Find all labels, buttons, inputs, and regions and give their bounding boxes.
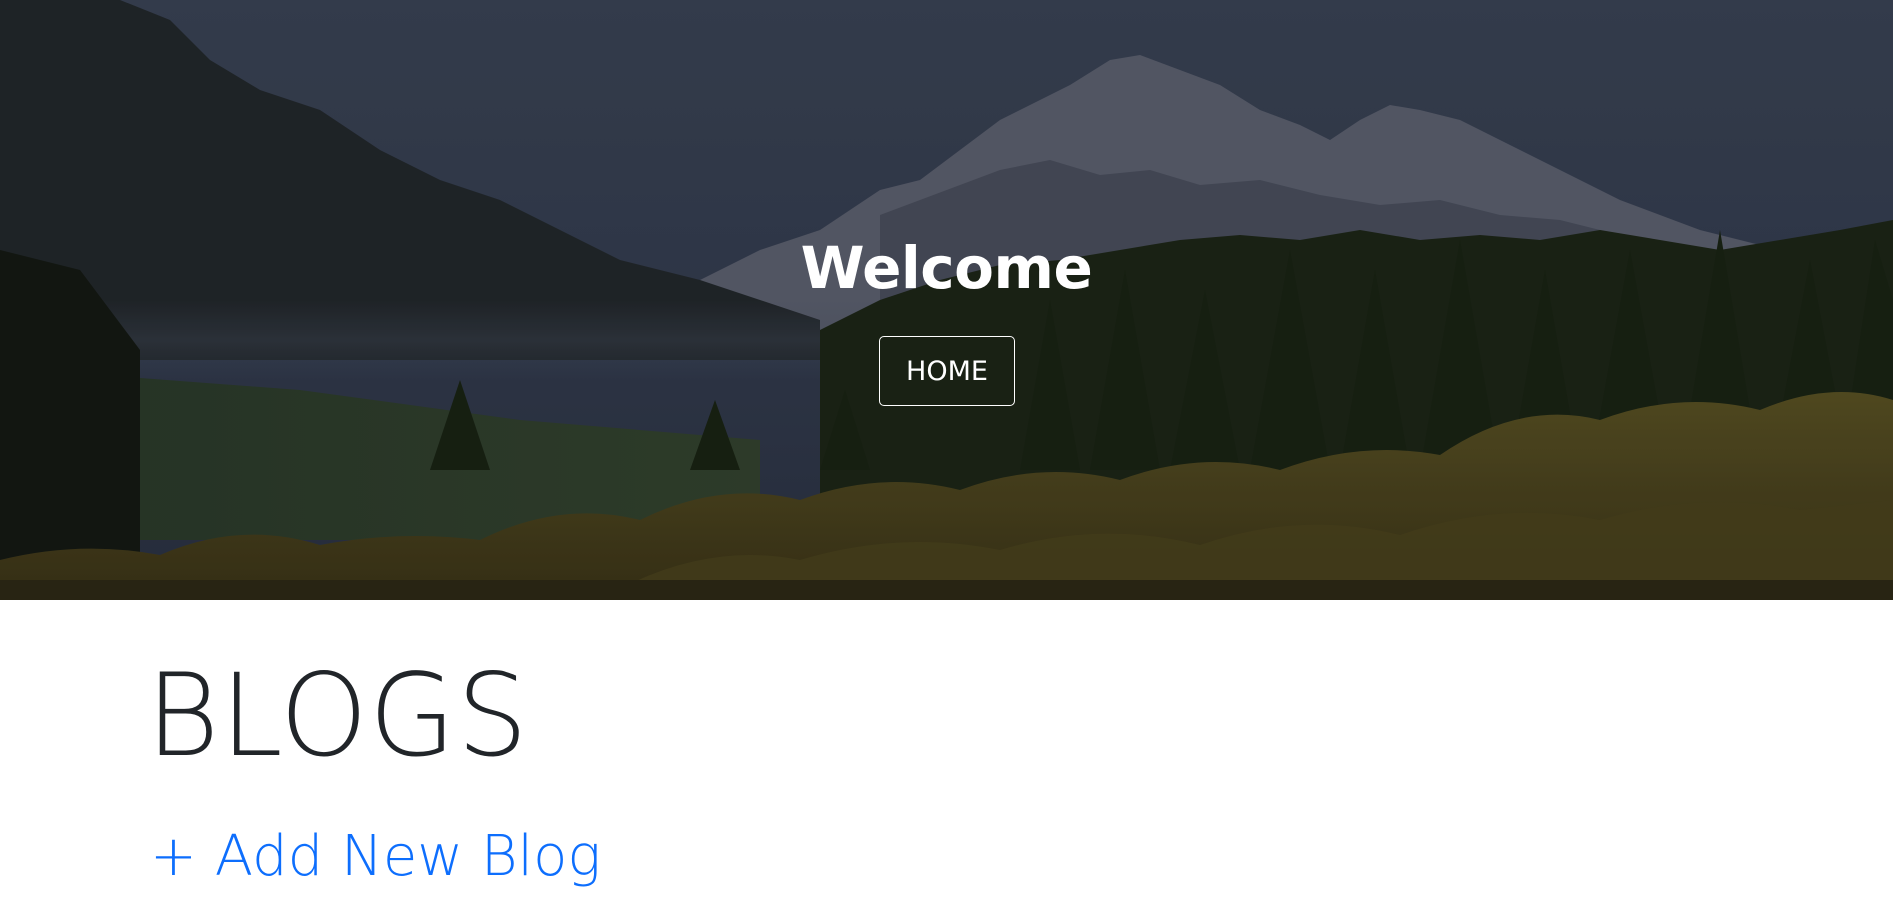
home-button[interactable]: HOME (879, 336, 1015, 406)
main-content: BLOGS + Add New Blog (0, 600, 1893, 913)
page-title: BLOGS (146, 649, 529, 783)
hero-banner: Welcome HOME (0, 0, 1893, 600)
add-new-blog-link[interactable]: + Add New Blog (150, 822, 601, 892)
hero-title: Welcome (800, 234, 1093, 302)
hero-content: Welcome HOME (0, 0, 1893, 600)
